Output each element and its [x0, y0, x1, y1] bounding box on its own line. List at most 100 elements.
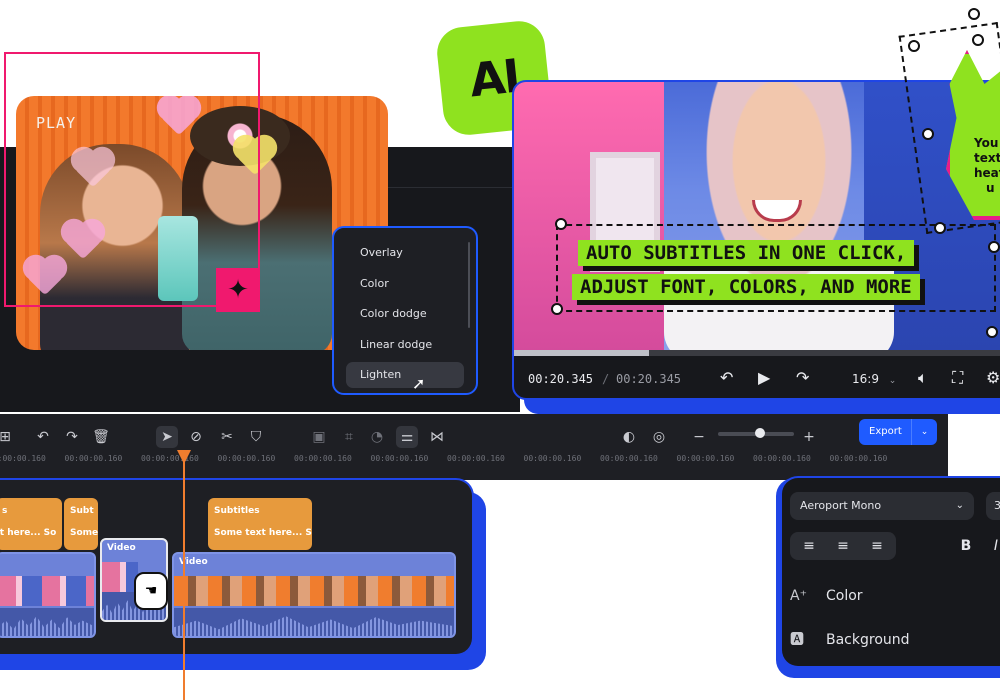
resize-handle[interactable] [934, 222, 946, 234]
clip-thumbnails [174, 576, 454, 606]
chevron-down-icon: ⌄ [888, 376, 897, 386]
total-time: 00:20.345 [616, 372, 682, 386]
zoom-slider-knob[interactable] [754, 428, 765, 438]
color-row[interactable]: A⁺ Color [790, 584, 863, 608]
alignment-group: ≡ ≡ ≡ [790, 532, 896, 560]
editor-promo-canvas: PLAY ✦ Overlay Color Color dodge Linear dod… [0, 0, 1000, 700]
subtitle-clip[interactable]: s xt here... So [0, 498, 62, 550]
sticker-text-line: heat [974, 166, 1000, 180]
ruler-tick-label: 00:00:00.160 [829, 454, 888, 463]
ruler-tick-label: 00:00:00.160 [753, 454, 811, 463]
audio-waveform [174, 608, 454, 636]
sticker-text-line: text [974, 151, 1000, 165]
undo-icon[interactable]: ↶ [720, 368, 733, 388]
magnet-icon[interactable]: ◎ [648, 426, 670, 448]
text-color-icon: A⁺ [790, 588, 807, 604]
text-background-icon: 🅰︎ [790, 632, 804, 648]
current-time: 00:20.345 [528, 372, 594, 386]
font-size-value: 3 [994, 499, 1000, 512]
resize-handle[interactable] [551, 303, 563, 315]
resize-handle[interactable] [988, 241, 1000, 253]
disable-icon[interactable]: ⊘ [185, 426, 207, 448]
chevron-down-icon: ⌄ [955, 500, 964, 511]
playhead[interactable] [183, 456, 185, 700]
volume-icon[interactable]: 🔈︎ [918, 368, 928, 388]
redo-icon[interactable]: ↷ [796, 368, 809, 388]
subtitle-clip[interactable]: Subtitles Some text here... Sor [208, 498, 312, 550]
cursor-icon: ➚ [412, 374, 426, 393]
blend-mode-item[interactable]: Lighten [346, 362, 464, 388]
subtitle-line-2[interactable]: ADJUST FONT, COLORS, AND MORE [572, 274, 920, 300]
ruler-tick-label: 00:00:00.160 [141, 454, 199, 463]
ruler-tick-label: 00:00:00.160 [370, 454, 429, 463]
audio-split-icon[interactable]: ◐ [618, 426, 640, 448]
play-icon[interactable]: ▶ [758, 368, 770, 388]
tracks-panel: s xt here... So Subt Some Subtitles Some… [0, 478, 474, 656]
video-clip[interactable]: Video [172, 552, 456, 638]
settings-icon[interactable]: ⚙ [986, 368, 1000, 388]
chevron-down-icon[interactable]: ⌄ [911, 419, 937, 445]
sticker-text-line: u [986, 181, 995, 195]
sticker-text: You text heat u [974, 136, 1000, 196]
progress-fill [514, 350, 649, 356]
align-left-icon[interactable]: ≡ [792, 532, 826, 560]
fullscreen-icon[interactable]: ⛶ [952, 368, 963, 388]
shield-icon[interactable]: ⛉ [245, 426, 267, 448]
crop-icon[interactable]: ⌗ [338, 426, 360, 448]
timeline-toolbar: ⊞ ↶ ↷ 🗑︎ ➤ ⊘ ✂ ⛉ ▣ ⌗ ◔ ⚌ ⋈ ◐ ◎ − + 00:00… [0, 414, 948, 480]
subtitle-clip[interactable]: Subt Some [64, 498, 98, 550]
blend-mode-item[interactable]: Color [346, 271, 464, 297]
align-center-icon[interactable]: ≡ [826, 532, 860, 560]
color-label: Color [826, 588, 863, 604]
resize-handle[interactable] [968, 8, 980, 20]
transition-icon[interactable]: ⋈ [426, 426, 448, 448]
ruler-tick-label: 00:00:00.160 [447, 454, 505, 463]
clip-text: Some text here... Sor [214, 528, 312, 538]
export-label: Export [869, 426, 902, 437]
menu-scrollbar[interactable] [468, 242, 470, 328]
select-tool-icon[interactable]: ➤ [156, 426, 178, 448]
zoom-out-icon[interactable]: − [688, 426, 710, 448]
background-row[interactable]: 🅰︎ Background [790, 628, 910, 652]
aspect-ratio-value: 16:9 [852, 372, 879, 386]
divider [385, 187, 525, 188]
undo-icon[interactable]: ↶ [32, 426, 54, 448]
selection-frame[interactable] [4, 52, 260, 307]
trash-icon[interactable]: 🗑︎ [90, 426, 112, 448]
speed-icon[interactable]: ◔ [366, 426, 388, 448]
rotate-handle[interactable] [972, 34, 984, 46]
adjust-icon[interactable]: ⚌ [396, 426, 418, 448]
hand-cursor-icon: ☚ [134, 572, 168, 610]
align-right-icon[interactable]: ≡ [860, 532, 894, 560]
export-button[interactable]: Export ⌄ [859, 419, 937, 445]
add-track-icon[interactable]: ⊞ [0, 426, 16, 448]
scissors-icon[interactable]: ✂ [216, 426, 238, 448]
aspect-ratio-select[interactable]: 16:9 ⌄ [852, 372, 896, 386]
ruler-tick-label: 00:00:00.160 [523, 454, 582, 463]
caption-icon[interactable]: ▣ [308, 426, 330, 448]
clip-title: Subtitles [214, 506, 260, 516]
redo-icon[interactable]: ↷ [61, 426, 83, 448]
resize-handle[interactable] [555, 218, 567, 230]
sticker-text-line: You [974, 136, 999, 150]
blend-mode-item[interactable]: Color dodge [346, 301, 464, 327]
resize-handle[interactable] [908, 40, 920, 52]
font-name: Aeroport Mono [800, 499, 882, 512]
zoom-in-icon[interactable]: + [798, 426, 820, 448]
bold-icon[interactable]: B [952, 532, 980, 560]
resize-handle[interactable] [922, 128, 934, 140]
blend-mode-item[interactable]: Linear dodge [346, 332, 464, 358]
italic-icon[interactable]: I [982, 532, 1000, 560]
video-clip[interactable] [0, 552, 96, 638]
resize-handle[interactable] [986, 326, 998, 338]
time-separator: / [602, 372, 610, 386]
clip-label: Video [107, 543, 136, 553]
font-size-select[interactable]: 3 [986, 492, 1000, 520]
blend-mode-menu: Overlay Color Color dodge Linear dodge Light… [332, 226, 478, 395]
subtitle-line-1[interactable]: AUTO SUBTITLES IN ONE CLICK, [578, 240, 915, 266]
blend-mode-item[interactable]: Overlay [346, 240, 464, 266]
clip-thumbnails [102, 562, 138, 592]
background-label: Background [826, 632, 910, 648]
ruler-tick-label: 00:00:00.160 [0, 454, 46, 463]
font-select[interactable]: Aeroport Mono ⌄ [790, 492, 974, 520]
